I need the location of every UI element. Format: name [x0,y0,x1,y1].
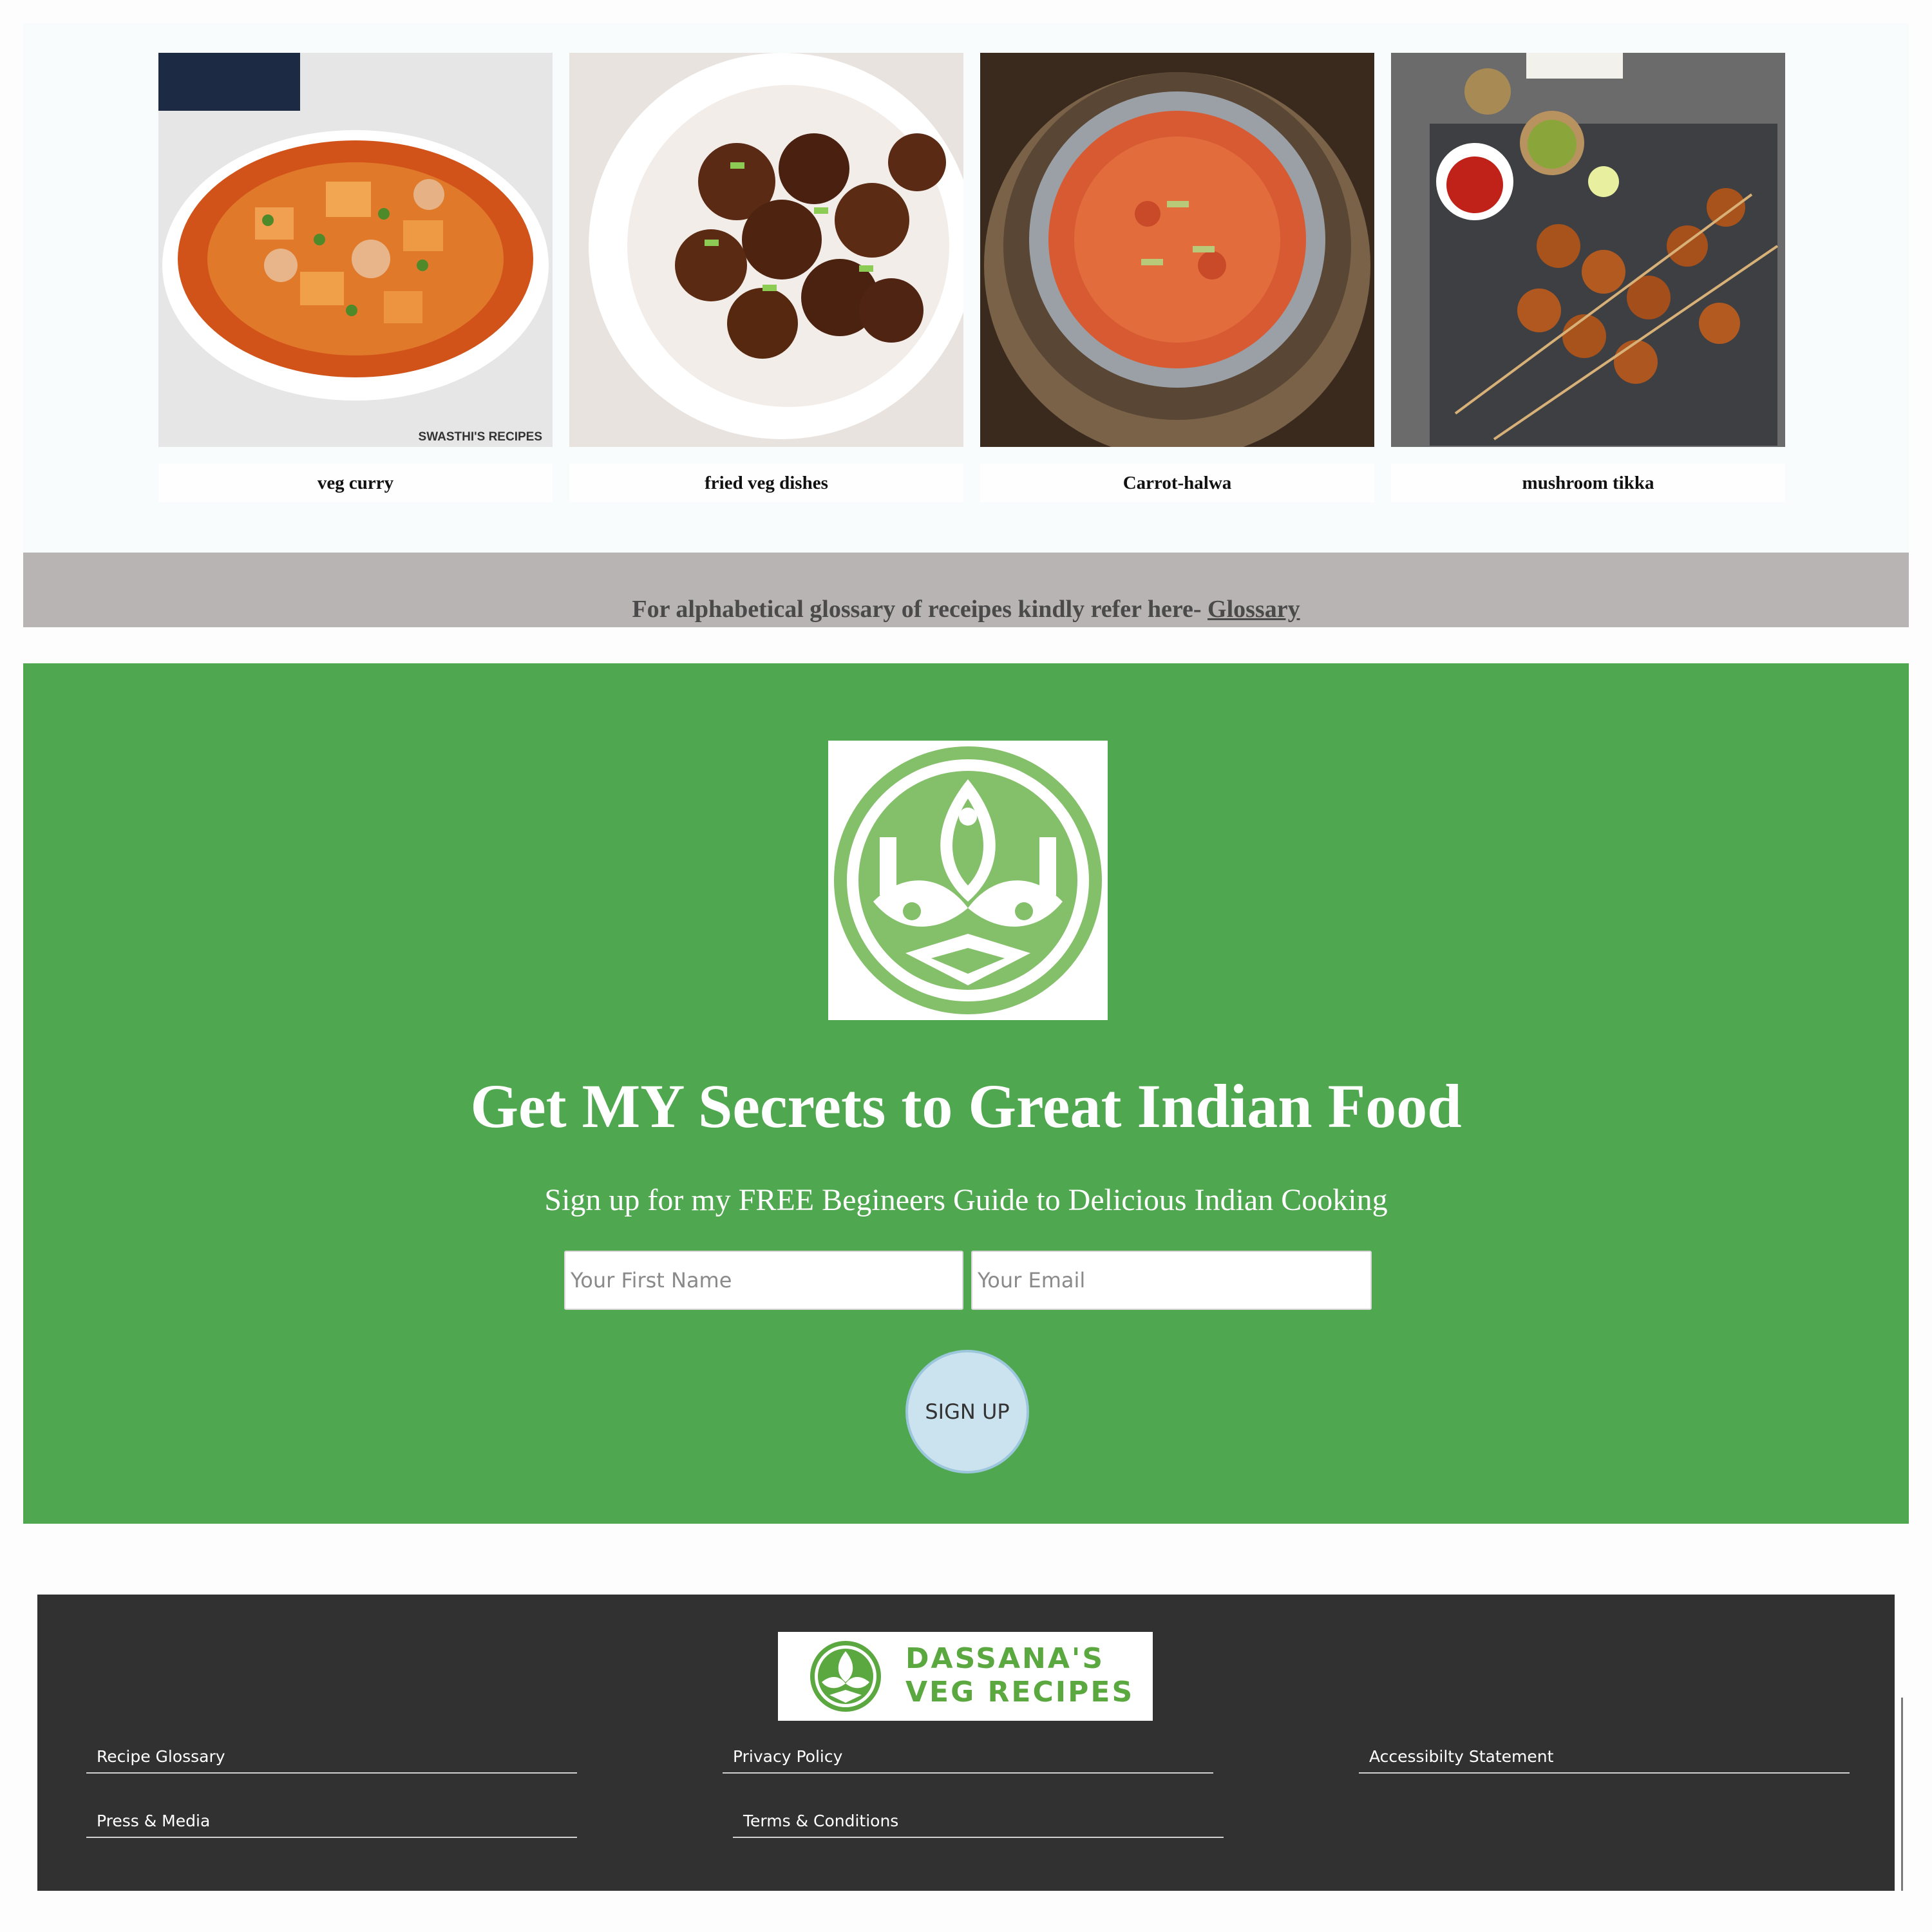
recipe-caption[interactable]: Carrot-halwa [980,464,1374,502]
mushroom-tikka-image[interactable] [1391,53,1785,447]
dassana-emblem-icon [828,741,1108,1020]
recipe-glossary-link[interactable]: Recipe Glossary [86,1744,577,1774]
press-media-link[interactable]: Press & Media [86,1808,577,1838]
email-input[interactable] [971,1251,1372,1310]
dassana-logo-icon [810,1641,881,1712]
recipe-caption[interactable]: veg curry [158,464,553,502]
newsletter-signup: Get MY Secrets to Great Indian Food Sign… [23,663,1909,1524]
fried-veg-image[interactable] [569,53,963,447]
footer-logo[interactable]: DASSANA'S VEG RECIPES [778,1632,1153,1721]
recipe-card-fried-veg[interactable]: fried veg dishes [569,53,963,502]
watermark-text: SWASTHI'S RECIPES [418,430,542,444]
glossary-prefix: For alphabetical glossary of receipes ki… [632,596,1208,623]
brand-line-1: DASSANA'S [905,1642,1105,1675]
page-edge-divider [1901,1698,1903,1891]
recipe-card-mushroom-tikka[interactable]: mushroom tikka [1391,53,1785,502]
privacy-policy-link[interactable]: Privacy Policy [723,1744,1213,1774]
glossary-link[interactable]: Glossary [1208,596,1300,623]
first-name-input[interactable] [564,1251,963,1310]
terms-conditions-link[interactable]: Terms & Conditions [733,1808,1224,1838]
recipe-card-carrot-halwa[interactable]: Carrot-halwa [980,53,1374,502]
recipe-caption[interactable]: fried veg dishes [569,464,963,502]
carrot-halwa-image[interactable] [980,53,1374,447]
glossary-text: For alphabetical glossary of receipes ki… [23,595,1909,623]
footer: DASSANA'S VEG RECIPES Recipe Glossary Pr… [37,1595,1895,1891]
recipe-caption[interactable]: mushroom tikka [1391,464,1785,502]
brand-line-2: VEG RECIPES [905,1676,1135,1709]
footer-brand: DASSANA'S VEG RECIPES [905,1642,1134,1709]
signup-title: Get MY Secrets to Great Indian Food [470,1072,1462,1141]
recipe-card-veg-curry[interactable]: SWASTHI'S RECIPES veg curry [158,53,553,502]
veg-curry-image[interactable]: SWASTHI'S RECIPES [158,53,553,447]
accessibility-statement-link[interactable]: Accessibilty Statement [1359,1744,1850,1774]
signup-subtitle: Sign up for my FREE Begineers Guide to D… [544,1183,1388,1217]
sign-up-button[interactable]: SIGN UP [905,1350,1029,1473]
recipe-gallery: SWASTHI'S RECIPES veg curry fried veg di… [23,23,1909,553]
glossary-bar: For alphabetical glossary of receipes ki… [23,553,1909,627]
